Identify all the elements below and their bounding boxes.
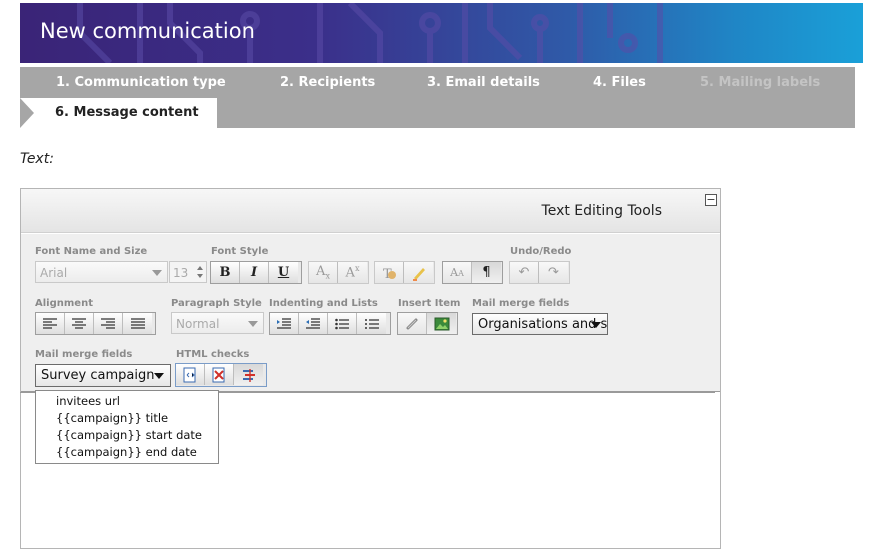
html-checks-buttons (175, 363, 267, 387)
step-arrow-icon (20, 98, 34, 128)
mail-merge-dropdown-list: invitees url {{campaign}} title {{campai… (35, 390, 219, 464)
mail-merge-select-value-2: Survey campaign (41, 368, 155, 383)
wizard-steps: 1. Communication type 2. Recipients 3. E… (20, 67, 855, 128)
indent-icon[interactable] (270, 313, 299, 334)
bullet-list-icon[interactable] (328, 313, 357, 334)
group-label-mail-merge-fields: Mail merge fields (472, 298, 570, 309)
italic-button[interactable]: I (240, 262, 269, 283)
dropdown-option[interactable]: {{campaign}} title (36, 410, 218, 427)
html-check-errors-icon[interactable] (205, 364, 234, 385)
align-left-icon[interactable] (36, 313, 65, 334)
mail-merge-select-value: Organisations and se (478, 317, 608, 332)
align-center-icon[interactable] (65, 313, 94, 334)
font-style-buttons: B I U (210, 261, 302, 284)
indent-list-buttons (269, 312, 391, 335)
group-label-undo-redo: Undo/Redo (510, 246, 572, 257)
dropdown-option[interactable]: {{campaign}} start date (36, 427, 218, 444)
group-label-insert-item: Insert Item (398, 298, 461, 309)
paragraph-marks-icon[interactable]: ¶ (472, 262, 501, 283)
font-name-value: Arial (40, 266, 68, 280)
step-files[interactable]: 4. Files (593, 75, 646, 90)
step-mailing-labels: 5. Mailing labels (700, 75, 821, 90)
subscript-icon[interactable]: Ax (309, 262, 338, 283)
tools-title: Text Editing Tools (541, 203, 662, 219)
font-name-select[interactable]: Arial (35, 261, 168, 283)
spin-up-icon[interactable] (197, 266, 203, 270)
chevron-down-icon (248, 321, 258, 327)
numbered-list-icon[interactable] (357, 313, 386, 334)
mail-merge-fields-select-survey[interactable]: Survey campaign (35, 364, 171, 387)
group-label-font-style: Font Style (211, 246, 269, 257)
insert-item-buttons (397, 312, 458, 335)
chevron-down-icon (152, 270, 162, 276)
group-label-indenting-lists: Indenting and Lists (269, 298, 378, 309)
insert-link-icon[interactable] (398, 313, 427, 334)
align-right-icon[interactable] (94, 313, 123, 334)
step-message-content[interactable]: 6. Message content (20, 98, 217, 128)
dropdown-option[interactable]: {{campaign}} end date (36, 444, 218, 461)
step-communication-type[interactable]: 1. Communication type (56, 75, 226, 90)
html-validate-icon[interactable] (176, 364, 205, 385)
text-field-label: Text: (20, 151, 54, 167)
font-size-change-icon[interactable]: AA (443, 262, 472, 283)
html-compare-icon[interactable] (234, 364, 263, 385)
undo-redo-buttons: ↶ ↷ (509, 261, 570, 284)
paragraph-style-value: Normal (176, 317, 220, 331)
align-justify-icon[interactable] (123, 313, 152, 334)
step-email-details[interactable]: 3. Email details (427, 75, 540, 90)
font-size-value: 13 (173, 266, 189, 280)
chevron-down-icon (591, 322, 601, 328)
superscript-icon[interactable]: Ax (338, 262, 367, 283)
chevron-down-icon (154, 373, 164, 379)
group-label-mail-merge-fields-2: Mail merge fields (35, 349, 133, 360)
undo-icon[interactable]: ↶ (510, 262, 539, 283)
highlight-color-icon[interactable] (404, 262, 433, 283)
insert-image-icon[interactable] (427, 313, 456, 334)
outdent-icon[interactable] (299, 313, 328, 334)
group-label-paragraph-style: Paragraph Style (171, 298, 262, 309)
editor-toolbar: Font Name and Size Arial 13 Font Style B… (21, 234, 720, 392)
script-buttons: Ax Ax (308, 261, 369, 284)
mail-merge-fields-select-organisations[interactable]: Organisations and se (472, 313, 608, 335)
group-label-font-name-size: Font Name and Size (35, 246, 148, 257)
color-buttons: T (374, 261, 435, 284)
spin-down-icon[interactable] (197, 274, 203, 278)
bold-button[interactable]: B (211, 262, 240, 283)
rich-text-editor: Text Editing Tools − Font Name and Size … (20, 188, 721, 549)
text-color-icon[interactable]: T (375, 262, 404, 283)
step-recipients[interactable]: 2. Recipients (280, 75, 375, 90)
group-label-html-checks: HTML checks (176, 349, 250, 360)
step-message-content-label: 6. Message content (55, 105, 199, 120)
dropdown-option[interactable]: invitees url (36, 393, 218, 410)
font-size-stepper[interactable]: 13 (169, 261, 207, 283)
page-header-banner: New communication (20, 3, 863, 63)
tools-header: Text Editing Tools − (21, 189, 720, 233)
redo-icon[interactable]: ↷ (539, 262, 568, 283)
format-buttons: AA ¶ (442, 261, 503, 284)
alignment-buttons (35, 312, 156, 335)
group-label-alignment: Alignment (35, 298, 93, 309)
paragraph-style-select[interactable]: Normal (171, 312, 264, 334)
page-title: New communication (40, 19, 255, 43)
collapse-icon[interactable]: − (705, 194, 717, 206)
underline-button[interactable]: U (269, 262, 298, 283)
